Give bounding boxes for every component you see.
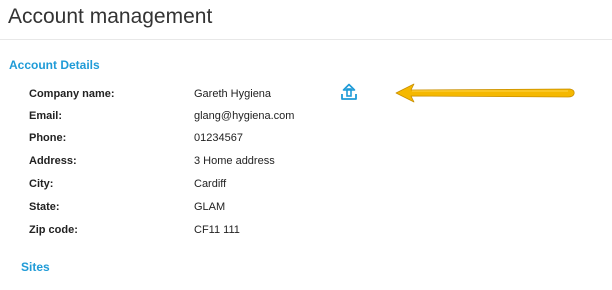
company-name-value: Gareth Hygiena xyxy=(194,88,272,100)
phone-value: 01234567 xyxy=(194,132,243,144)
state-label: State: xyxy=(29,201,60,213)
email-label: Email: xyxy=(29,110,63,122)
field-row-phone: Phone: 01234567 xyxy=(0,131,400,145)
city-value: Cardiff xyxy=(194,178,227,190)
email-value: glang@hygiena.com xyxy=(194,110,295,122)
sites-heading[interactable]: Sites xyxy=(21,260,50,274)
zip-code-value: CF11 111 xyxy=(194,224,240,236)
city-label: City: xyxy=(29,178,54,190)
field-row-state: State: GLAM xyxy=(0,200,400,214)
phone-label: Phone: xyxy=(29,132,67,144)
title-divider xyxy=(0,39,612,40)
account-management-page: Account management Account Details Compa… xyxy=(0,0,612,290)
address-value: 3 Home address xyxy=(194,155,275,167)
field-row-zip-code: Zip code: CF11 111 xyxy=(0,223,400,237)
page-title: Account management xyxy=(8,5,213,28)
field-row-address: Address: 3 Home address xyxy=(0,154,400,168)
state-value: GLAM xyxy=(194,201,226,213)
account-details-heading: Account Details xyxy=(9,58,100,72)
arrow-annotation xyxy=(395,83,575,103)
upload-icon-graphic xyxy=(341,83,357,100)
upload-icon[interactable] xyxy=(340,83,358,101)
company-name-label: Company name: xyxy=(29,88,115,100)
field-row-email: Email: glang@hygiena.com xyxy=(0,109,400,123)
address-label: Address: xyxy=(29,155,77,167)
field-row-city: City: Cardiff xyxy=(0,177,400,191)
zip-code-label: Zip code: xyxy=(29,224,78,236)
